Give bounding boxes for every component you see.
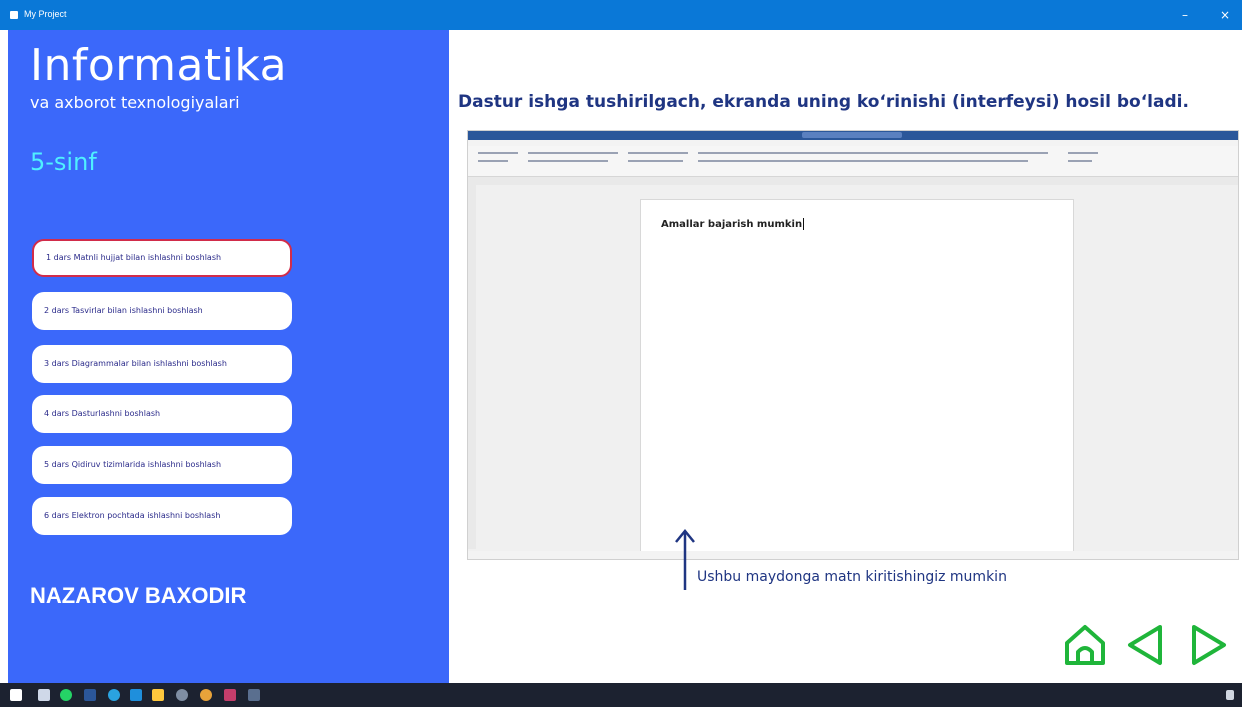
- word-search-box: [802, 132, 902, 138]
- app-icon: [10, 11, 18, 19]
- telegram-icon[interactable]: [108, 689, 120, 701]
- triangle-right-icon[interactable]: [1186, 622, 1232, 668]
- window-title-bar: My Project – ×: [0, 0, 1242, 30]
- document-text: Amallar bajarish mumkin: [661, 218, 805, 230]
- text-cursor: [803, 218, 805, 230]
- document-page[interactable]: Amallar bajarish mumkin: [640, 199, 1074, 556]
- edge-icon[interactable]: [130, 689, 142, 701]
- word-title-bar: [468, 131, 1238, 140]
- word-screenshot: Amallar bajarish mumkin: [467, 130, 1239, 560]
- windows-start-icon[interactable]: [10, 689, 22, 701]
- up-arrow-icon: [675, 529, 695, 590]
- brand-subtitle: va axborot texnologiyalari: [30, 93, 240, 112]
- slide-headline: Dastur ishga tushirilgach, ekranda uning…: [458, 92, 1189, 112]
- lesson-button-3[interactable]: 3 dars Diagrammalar bilan ishlashni bosh…: [32, 345, 292, 383]
- lesson-button-2[interactable]: 2 dars Tasvirlar bilan ishlashni boshlas…: [32, 292, 292, 330]
- grade-label: 5-sinf: [30, 148, 97, 176]
- word-status-bar: [468, 551, 1238, 559]
- task-view-icon[interactable]: [38, 689, 50, 701]
- lesson-button-4[interactable]: 4 dars Dasturlashni boshlash: [32, 395, 292, 433]
- minimize-button[interactable]: –: [1176, 6, 1194, 24]
- file-explorer-icon[interactable]: [152, 689, 164, 701]
- close-button[interactable]: ×: [1216, 6, 1234, 24]
- search-icon[interactable]: [176, 689, 188, 701]
- lesson-button-5[interactable]: 5 dars Qidiruv tizimlarida ishlashni bos…: [32, 446, 292, 484]
- word-ruler: [468, 177, 1238, 185]
- hint-text: Ushbu maydonga matn kiritishingiz mumkin: [697, 569, 1007, 585]
- author-name: NAZAROV BAXODIR: [30, 583, 247, 608]
- home-icon[interactable]: [1062, 622, 1108, 668]
- word-vertical-ruler: [468, 185, 476, 549]
- lesson-button-6[interactable]: 6 dars Elektron pochtada ishlashni boshl…: [32, 497, 292, 535]
- lesson-button-1[interactable]: 1 dars Matnli hujjat bilan ishlashni bos…: [32, 239, 292, 277]
- brand-title: Informatika: [30, 40, 288, 91]
- word-icon[interactable]: [84, 689, 96, 701]
- window-title: My Project: [24, 9, 67, 19]
- notification-icon[interactable]: [1226, 690, 1234, 700]
- project-app-icon[interactable]: [248, 689, 260, 701]
- chrome-icon[interactable]: [200, 689, 212, 701]
- whatsapp-icon[interactable]: [60, 689, 72, 701]
- triangle-left-icon[interactable]: [1122, 622, 1168, 668]
- word-ribbon: [468, 146, 1238, 177]
- taskbar: [0, 683, 1242, 707]
- media-icon[interactable]: [224, 689, 236, 701]
